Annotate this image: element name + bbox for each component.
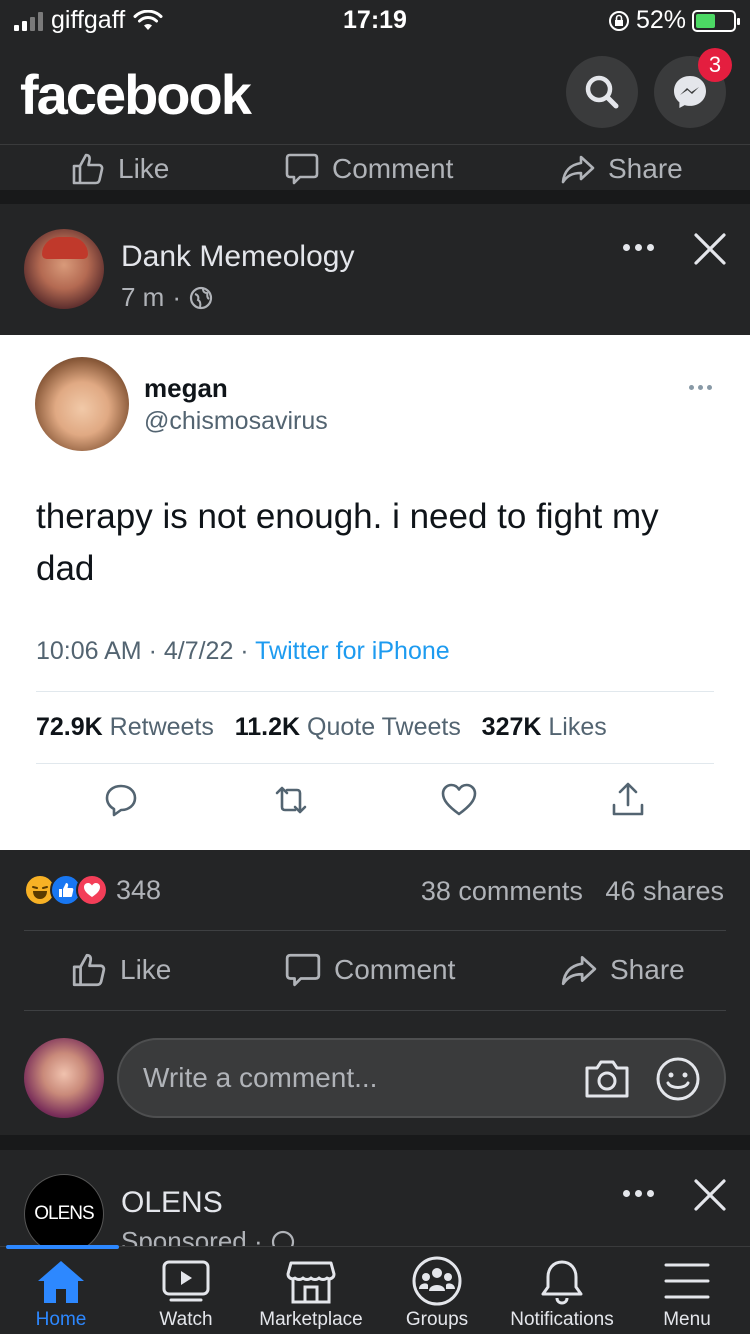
- bottom-tab-bar: Home Watch Marketplace Groups Notificati…: [0, 1245, 750, 1334]
- menu-icon: [664, 1263, 710, 1299]
- like-icon: [72, 953, 106, 987]
- post-actions: Like Comment Share: [0, 930, 750, 1010]
- share-label: Share: [610, 954, 685, 985]
- battery-percent: 52%: [635, 6, 686, 34]
- search-icon: [585, 75, 619, 109]
- groups-icon: [412, 1256, 462, 1306]
- heart-icon: [441, 783, 477, 816]
- retweet-icon: [275, 786, 307, 814]
- sponsored-label: Sponsored ·: [121, 1226, 263, 1246]
- next-post-author[interactable]: OLENS: [121, 1186, 223, 1220]
- post-image-tweet[interactable]: megan @chismosavirus therapy is not enou…: [0, 335, 750, 850]
- reactions-summary[interactable]: 348: [24, 874, 161, 906]
- comment-placeholder: Write a comment...: [143, 1062, 378, 1093]
- tweet-author-handle: @chismosavirus: [144, 407, 328, 435]
- tab-marketplace[interactable]: Marketplace: [258, 1247, 364, 1334]
- comment-input[interactable]: Write a comment...: [117, 1038, 726, 1118]
- tweet-timestamp: 10:06 AM · 4/7/22 · Twitter for iPhone: [36, 637, 450, 665]
- search-button[interactable]: [566, 56, 638, 128]
- globe-icon: [189, 286, 213, 309]
- tab-watch[interactable]: Watch: [155, 1247, 217, 1334]
- comment-button[interactable]: Comment: [284, 930, 455, 1010]
- battery-icon: [692, 9, 740, 32]
- engagement-stats: 38 comments 46 shares: [421, 876, 724, 907]
- share-icon: [561, 155, 595, 184]
- watch-icon: [162, 1260, 210, 1302]
- page-avatar[interactable]: [24, 229, 104, 309]
- orientation-lock-icon: [608, 10, 629, 31]
- post-time[interactable]: 7 m: [121, 282, 164, 313]
- post-footer: 348 38 comments 46 shares Like Comment S…: [0, 850, 750, 1135]
- previous-share-button[interactable]: Share: [560, 145, 683, 190]
- tweet-divider: [36, 691, 714, 692]
- olens-logo[interactable]: OLENS: [24, 1174, 104, 1246]
- shares-count[interactable]: 46 shares: [605, 876, 724, 906]
- love-reaction-icon: [76, 874, 108, 906]
- tweet-avatar: [35, 357, 129, 451]
- bell-icon: [541, 1260, 583, 1305]
- tweet-action-icons: [0, 781, 750, 825]
- camera-icon[interactable]: [583, 1056, 631, 1100]
- next-post-header: OLENS OLENS Sponsored ·: [0, 1150, 750, 1246]
- status-bar: giffgaff 17:19 52%: [0, 0, 750, 44]
- post-meta: 7 m ·: [121, 282, 213, 313]
- home-icon: [38, 1261, 84, 1303]
- tab-groups[interactable]: Groups: [405, 1247, 469, 1334]
- next-post-more-button[interactable]: [623, 1190, 654, 1197]
- facebook-logo[interactable]: facebook: [20, 62, 252, 127]
- tweet-more-icon: [689, 385, 712, 390]
- emoji-icon[interactable]: [655, 1056, 701, 1102]
- app-header: facebook 3: [0, 44, 750, 144]
- tweet-share-icon: [612, 782, 644, 816]
- reply-icon: [105, 784, 137, 817]
- comment-icon: [285, 953, 321, 987]
- tab-home[interactable]: Home: [30, 1247, 92, 1334]
- feed-divider: [0, 190, 750, 204]
- previous-comment-button[interactable]: Comment: [284, 145, 453, 190]
- like-icon: [72, 153, 104, 185]
- comment-label: Comment: [334, 954, 456, 985]
- feed-divider: [0, 1135, 750, 1150]
- tweet-text: therapy is not enough. i need to fight m…: [36, 497, 659, 588]
- tab-menu[interactable]: Menu: [660, 1247, 714, 1334]
- share-icon: [561, 955, 597, 986]
- comments-count[interactable]: 38 comments: [421, 876, 583, 906]
- post-more-button[interactable]: [623, 244, 654, 251]
- tweet-author-name: megan: [144, 373, 228, 403]
- tab-notifications[interactable]: Notifications: [508, 1247, 616, 1334]
- previous-post-actions: Like Comment Share: [0, 144, 750, 190]
- post-author[interactable]: Dank Memeology: [121, 240, 354, 274]
- messenger-badge: 3: [698, 48, 732, 82]
- close-icon[interactable]: [693, 1178, 727, 1212]
- globe-icon: [271, 1230, 294, 1246]
- post-header: Dank Memeology 7 m ·: [0, 204, 750, 335]
- close-icon[interactable]: [693, 232, 727, 266]
- next-post-meta: Sponsored ·: [121, 1226, 295, 1246]
- comment-icon: [285, 153, 319, 185]
- tweet-divider: [36, 763, 714, 764]
- tweet-source: Twitter for iPhone: [255, 637, 450, 665]
- user-avatar[interactable]: [24, 1038, 104, 1118]
- like-label: Like: [120, 954, 172, 985]
- reactions-count: 348: [116, 874, 162, 905]
- like-button[interactable]: Like: [70, 930, 171, 1010]
- divider: [24, 1010, 726, 1011]
- share-button[interactable]: Share: [560, 930, 685, 1010]
- tweet-stats: 72.9K Retweets 11.2K Quote Tweets 327K L…: [36, 713, 607, 741]
- previous-like-button[interactable]: Like: [70, 145, 169, 190]
- messenger-button[interactable]: 3: [654, 48, 732, 128]
- marketplace-icon: [286, 1261, 336, 1304]
